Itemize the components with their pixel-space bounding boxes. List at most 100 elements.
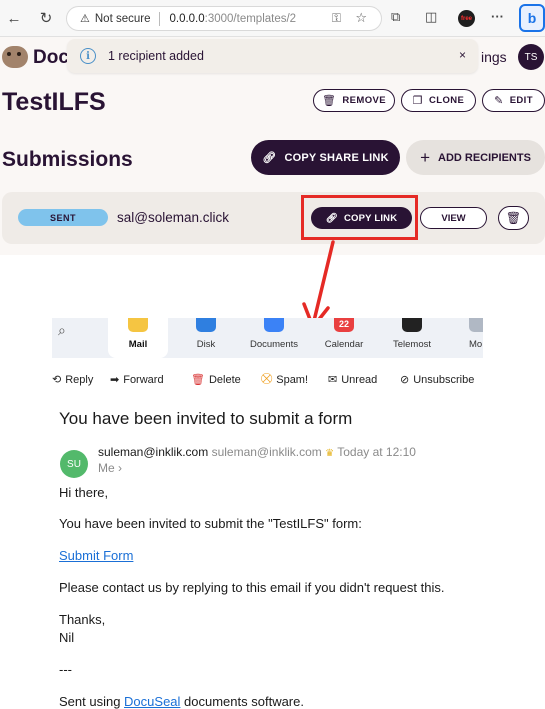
docuseal-logo-icon[interactable]: [2, 46, 28, 68]
settings-link[interactable]: ings: [481, 49, 507, 65]
remove-button[interactable]: 🗑 REMOVE: [313, 89, 395, 112]
submissions-heading: Submissions: [2, 148, 133, 171]
add-recipients-button[interactable]: + ADD RECIPIENTS: [406, 140, 545, 175]
tab-telemost[interactable]: Telemost: [382, 318, 442, 358]
unsubscribe-label: Unsubscribe: [413, 373, 475, 386]
tab-more[interactable]: Mo: [445, 318, 483, 358]
pencil-icon: ✎: [494, 95, 504, 107]
tab-disk-label: Disk: [196, 339, 216, 350]
body-link-line: Submit Form: [59, 548, 133, 563]
unsubscribe-icon: ⊘: [400, 374, 410, 386]
documents-icon: [264, 318, 284, 332]
reply-button[interactable]: ⟲ Reply: [52, 373, 94, 387]
copy-icon: ❐: [412, 95, 423, 107]
security-label: Not secure: [94, 12, 151, 25]
toast-message: 1 recipient added: [108, 49, 204, 63]
search-icon[interactable]: ⌕: [58, 322, 66, 339]
submit-form-link[interactable]: Submit Form: [59, 548, 133, 563]
tab-calendar[interactable]: 22 Calendar: [314, 318, 374, 358]
trash-icon: 🗑: [505, 211, 522, 225]
add-recipients-label: ADD RECIPIENTS: [438, 151, 531, 164]
free-extension-icon[interactable]: free: [458, 10, 475, 27]
copy-link-button[interactable]: 🔗︎ COPY LINK: [311, 207, 412, 229]
tab-calendar-label: Calendar: [324, 339, 364, 350]
extensions-icon[interactable]: ⧉: [391, 9, 400, 25]
delete-button[interactable]: 🗑 Delete: [191, 373, 241, 387]
message-time: Today at 12:10: [337, 445, 416, 459]
edit-button[interactable]: ✎ EDIT: [482, 89, 545, 112]
docuseal-link[interactable]: DocuSeal: [124, 694, 180, 709]
mail-toolbar: ⟲ Reply ➡ Forward 🗑 Delete ⛒ Spam! ✉ Unr…: [52, 373, 483, 389]
key-icon[interactable]: ⚿: [332, 11, 341, 26]
edit-label: EDIT: [509, 95, 533, 106]
status-badge: SENT: [18, 209, 108, 226]
tab-documents[interactable]: Documents: [244, 318, 304, 358]
trash-icon: 🗑: [322, 95, 337, 107]
tab-mail[interactable]: Mail: [108, 318, 168, 358]
view-button[interactable]: VIEW: [420, 207, 487, 229]
forward-button[interactable]: ➡ Forward: [110, 373, 164, 387]
trash-icon: 🗑: [191, 374, 205, 386]
sender-avatar[interactable]: SU: [60, 450, 88, 478]
back-arrow-icon[interactable]: ←: [4, 8, 24, 28]
clone-label: CLONE: [429, 95, 465, 106]
copy-share-link-button[interactable]: 🔗︎ COPY SHARE LINK: [251, 140, 400, 175]
body-divider: ---: [59, 662, 72, 677]
link-icon: 🔗︎: [325, 212, 338, 224]
address-divider: [159, 11, 161, 26]
delete-submission-button[interactable]: 🗑: [498, 206, 529, 230]
telemost-icon: [402, 318, 422, 332]
url-host: 0.0.0.0: [169, 12, 205, 25]
spam-label: Spam!: [276, 373, 309, 386]
address-bar[interactable]: ⚠ Not secure 0.0.0.0:3000/templates/2 ⚿ …: [66, 6, 382, 31]
footer-prefix: Sent using: [59, 694, 125, 709]
link-icon: 🔗︎: [262, 152, 277, 164]
reload-icon[interactable]: ↻: [36, 8, 56, 28]
unsubscribe-button[interactable]: ⊘ Unsubscribe: [400, 373, 475, 387]
forward-icon: ➡: [110, 374, 120, 386]
tab-more-label: Mo: [469, 339, 483, 350]
body-signature: Nil: [59, 630, 75, 645]
info-icon: i: [80, 48, 96, 64]
split-screen-icon[interactable]: ◫: [425, 9, 437, 25]
remove-label: REMOVE: [342, 95, 386, 106]
close-icon[interactable]: ×: [459, 48, 466, 62]
delete-label: Delete: [208, 373, 241, 386]
crown-icon: ♛: [325, 448, 335, 459]
envelope-icon: ✉: [328, 374, 338, 386]
plus-icon: +: [420, 147, 431, 167]
body-thanks: Thanks,: [59, 612, 106, 627]
calendar-icon: 22: [334, 318, 354, 332]
reply-label: Reply: [65, 373, 94, 386]
body-invite: You have been invited to submit the "Tes…: [59, 516, 362, 531]
more-menu-icon[interactable]: ···: [491, 9, 504, 24]
warning-triangle-icon: ⚠: [80, 13, 90, 25]
favorite-star-icon[interactable]: ☆: [355, 10, 367, 26]
spam-button[interactable]: ⛒ Spam!: [261, 373, 308, 386]
disk-icon: [196, 318, 216, 332]
unread-button[interactable]: ✉ Unread: [328, 373, 378, 387]
copy-share-link-label: COPY SHARE LINK: [284, 151, 389, 164]
notification-toast: i 1 recipient added ×: [67, 39, 478, 73]
tab-telemost-label: Telemost: [392, 339, 431, 350]
spam-icon: ⛒: [261, 373, 273, 385]
mail-icon: [128, 318, 148, 332]
footer-suffix: documents software.: [180, 694, 304, 709]
sender-line: suleman@inklik.com suleman@inklik.com ♛ …: [98, 445, 416, 459]
recipient-line[interactable]: Me ›: [98, 461, 122, 475]
unread-label: Unread: [341, 373, 378, 386]
tab-mail-label: Mail: [128, 339, 148, 350]
user-avatar[interactable]: TS: [518, 44, 544, 70]
body-contact: Please contact us by replying to this em…: [59, 580, 445, 595]
template-title: TestILFS: [2, 88, 106, 116]
bing-copilot-icon[interactable]: b: [519, 4, 545, 32]
recipient-email: sal@soleman.click: [117, 210, 229, 225]
tab-documents-label: Documents: [249, 339, 299, 350]
sender-name[interactable]: suleman@inklik.com: [98, 445, 208, 459]
reply-icon: ⟲: [52, 374, 62, 386]
sender-email: suleman@inklik.com: [211, 445, 322, 459]
clone-button[interactable]: ❐ CLONE: [401, 89, 476, 112]
tab-disk[interactable]: Disk: [176, 318, 236, 358]
body-greeting: Hi there,: [59, 485, 109, 500]
more-icon: [469, 318, 483, 332]
